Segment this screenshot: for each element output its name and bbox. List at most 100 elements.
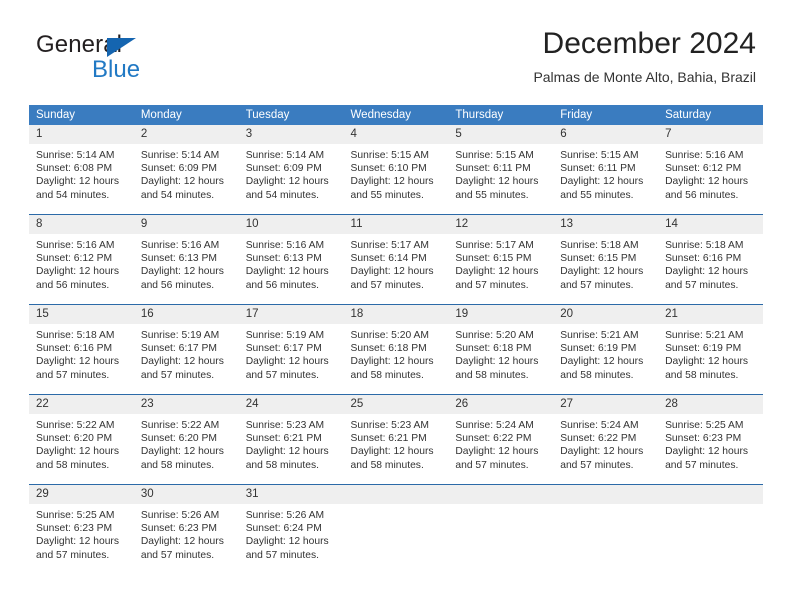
sunset-time: Sunset: 6:15 PM	[455, 253, 532, 265]
weekday-header-saturday: Saturday	[658, 105, 763, 125]
day-cell[interactable]: 12 Sunrise: 5:17 AM Sunset: 6:15 PM Dayl…	[448, 214, 554, 305]
calendar-page: General Blue December 2024 Palmas de Mon…	[0, 0, 792, 612]
day-number: 7	[658, 125, 763, 144]
week-row: 8 Sunrise: 5:16 AM Sunset: 6:12 PM Dayli…	[29, 214, 763, 305]
sunrise-time: Sunrise: 5:26 AM	[245, 510, 325, 521]
day-number: 8	[29, 215, 134, 234]
day-cell[interactable]: 9 Sunrise: 5:16 AM Sunset: 6:13 PM Dayli…	[133, 214, 239, 305]
day-cell[interactable]: 21 Sunrise: 5:21 AM Sunset: 6:19 PM Dayl…	[658, 304, 763, 395]
daylight-line-2: and 58 minutes.	[455, 369, 529, 381]
sunset-time: Sunset: 6:11 PM	[560, 163, 636, 175]
day-cell[interactable]: 22 Sunrise: 5:22 AM Sunset: 6:20 PM Dayl…	[29, 394, 134, 485]
day-cell[interactable]: 8 Sunrise: 5:16 AM Sunset: 6:12 PM Dayli…	[29, 214, 134, 305]
sunset-time: Sunset: 6:12 PM	[36, 253, 113, 265]
day-cell[interactable]: 20 Sunrise: 5:21 AM Sunset: 6:19 PM Dayl…	[553, 304, 659, 395]
sunrise-time: Sunrise: 5:14 AM	[245, 150, 325, 161]
day-number: 3	[238, 125, 344, 144]
daylight-line-2: and 57 minutes.	[350, 279, 424, 291]
day-cell[interactable]: 26 Sunrise: 5:24 AM Sunset: 6:22 PM Dayl…	[448, 394, 554, 485]
sunset-time: Sunset: 6:12 PM	[665, 163, 742, 175]
day-number: 17	[238, 305, 344, 324]
day-details: Sunrise: 5:15 AM Sunset: 6:11 PM Dayligh…	[553, 144, 658, 202]
daylight-line-1: Daylight: 12 hours	[245, 446, 329, 458]
week-row: 29 Sunrise: 5:25 AM Sunset: 6:23 PM Dayl…	[29, 484, 763, 574]
sunset-time: Sunset: 6:13 PM	[245, 253, 322, 265]
daylight-line-2: and 54 minutes.	[36, 189, 110, 201]
day-cell[interactable]: 25 Sunrise: 5:23 AM Sunset: 6:21 PM Dayl…	[343, 394, 449, 485]
sunrise-time: Sunrise: 5:15 AM	[455, 150, 534, 161]
sunrise-sunset-calendar-table: Sunday Monday Tuesday Wednesday Thursday…	[29, 105, 763, 574]
daylight-line-2: and 58 minutes.	[245, 459, 319, 471]
sunrise-time: Sunrise: 5:25 AM	[36, 510, 115, 521]
day-cell[interactable]: 4 Sunrise: 5:15 AM Sunset: 6:10 PM Dayli…	[343, 125, 449, 215]
sunset-time: Sunset: 6:17 PM	[245, 343, 322, 355]
day-cell[interactable]: 15 Sunrise: 5:18 AM Sunset: 6:16 PM Dayl…	[29, 304, 134, 395]
sunset-time: Sunset: 6:09 PM	[245, 163, 322, 175]
day-cell[interactable]: 17 Sunrise: 5:19 AM Sunset: 6:17 PM Dayl…	[238, 304, 344, 395]
sunrise-time: Sunrise: 5:25 AM	[665, 420, 744, 431]
day-cell[interactable]: 14 Sunrise: 5:18 AM Sunset: 6:16 PM Dayl…	[658, 214, 763, 305]
day-number: 9	[133, 215, 239, 234]
sunrise-time: Sunrise: 5:18 AM	[36, 330, 115, 341]
day-details: Sunrise: 5:22 AM Sunset: 6:20 PM Dayligh…	[134, 414, 239, 472]
daylight-line-1: Daylight: 12 hours	[350, 356, 434, 368]
day-cell[interactable]: 6 Sunrise: 5:15 AM Sunset: 6:11 PM Dayli…	[553, 125, 659, 215]
sunrise-time: Sunrise: 5:14 AM	[36, 150, 115, 161]
daylight-line-2: and 57 minutes.	[665, 459, 739, 471]
general-blue-logo[interactable]: General Blue	[36, 31, 206, 87]
daylight-line-2: and 56 minutes.	[140, 279, 215, 291]
day-details: Sunrise: 5:22 AM Sunset: 6:20 PM Dayligh…	[29, 414, 134, 472]
daylight-line-2: and 58 minutes.	[560, 369, 634, 381]
day-number	[448, 485, 554, 504]
page-title: December 2024	[542, 27, 756, 60]
day-cell[interactable]: 5 Sunrise: 5:15 AM Sunset: 6:11 PM Dayli…	[448, 125, 554, 215]
day-cell[interactable]: 13 Sunrise: 5:18 AM Sunset: 6:15 PM Dayl…	[553, 214, 659, 305]
daylight-line-2: and 57 minutes.	[140, 549, 215, 561]
day-cell[interactable]: 18 Sunrise: 5:20 AM Sunset: 6:18 PM Dayl…	[343, 304, 449, 395]
sunset-time: Sunset: 6:21 PM	[245, 433, 322, 445]
daylight-line-2: and 58 minutes.	[350, 369, 424, 381]
sunrise-time: Sunrise: 5:16 AM	[140, 240, 220, 251]
daylight-line-1: Daylight: 12 hours	[36, 266, 119, 278]
day-number: 20	[553, 305, 659, 324]
day-number: 26	[448, 395, 554, 414]
day-cell[interactable]: 1 Sunrise: 5:14 AM Sunset: 6:08 PM Dayli…	[29, 125, 134, 215]
sunset-time: Sunset: 6:15 PM	[560, 253, 637, 265]
day-cell[interactable]: 3 Sunrise: 5:14 AM Sunset: 6:09 PM Dayli…	[238, 125, 344, 215]
weekday-header-monday: Monday	[133, 105, 239, 125]
daylight-line-2: and 58 minutes.	[665, 369, 739, 381]
day-cell[interactable]: 30 Sunrise: 5:26 AM Sunset: 6:23 PM Dayl…	[133, 484, 239, 574]
day-cell[interactable]: 23 Sunrise: 5:22 AM Sunset: 6:20 PM Dayl…	[133, 394, 239, 485]
day-number: 24	[238, 395, 344, 414]
sunset-time: Sunset: 6:10 PM	[350, 163, 427, 175]
day-details: Sunrise: 5:18 AM Sunset: 6:16 PM Dayligh…	[29, 324, 134, 382]
day-cell[interactable]: 31 Sunrise: 5:26 AM Sunset: 6:24 PM Dayl…	[238, 484, 344, 574]
daylight-line-1: Daylight: 12 hours	[36, 446, 119, 458]
sunrise-time: Sunrise: 5:24 AM	[455, 420, 534, 431]
day-cell[interactable]: 11 Sunrise: 5:17 AM Sunset: 6:14 PM Dayl…	[343, 214, 449, 305]
sunset-time: Sunset: 6:13 PM	[140, 253, 217, 265]
day-details: Sunrise: 5:19 AM Sunset: 6:17 PM Dayligh…	[134, 324, 239, 382]
day-cell[interactable]: 29 Sunrise: 5:25 AM Sunset: 6:23 PM Dayl…	[29, 484, 134, 574]
day-number: 31	[238, 485, 344, 504]
sunrise-time: Sunrise: 5:18 AM	[665, 240, 744, 251]
daylight-line-1: Daylight: 12 hours	[350, 176, 434, 188]
day-cell[interactable]: 2 Sunrise: 5:14 AM Sunset: 6:09 PM Dayli…	[133, 125, 239, 215]
day-cell[interactable]: 24 Sunrise: 5:23 AM Sunset: 6:21 PM Dayl…	[238, 394, 344, 485]
day-cell[interactable]: 16 Sunrise: 5:19 AM Sunset: 6:17 PM Dayl…	[133, 304, 239, 395]
daylight-line-1: Daylight: 12 hours	[245, 176, 329, 188]
sunset-time: Sunset: 6:19 PM	[560, 343, 637, 355]
day-cell[interactable]: 10 Sunrise: 5:16 AM Sunset: 6:13 PM Dayl…	[238, 214, 344, 305]
day-cell[interactable]: 27 Sunrise: 5:24 AM Sunset: 6:22 PM Dayl…	[553, 394, 659, 485]
day-number: 25	[343, 395, 449, 414]
daylight-line-2: and 57 minutes.	[665, 279, 739, 291]
day-cell[interactable]: 28 Sunrise: 5:25 AM Sunset: 6:23 PM Dayl…	[658, 394, 763, 485]
day-cell[interactable]: 7 Sunrise: 5:16 AM Sunset: 6:12 PM Dayli…	[658, 125, 763, 215]
weekday-header-sunday: Sunday	[29, 105, 134, 125]
day-number: 5	[448, 125, 554, 144]
daylight-line-2: and 55 minutes.	[455, 189, 529, 201]
daylight-line-1: Daylight: 12 hours	[665, 266, 749, 278]
sunset-time: Sunset: 6:23 PM	[665, 433, 742, 445]
day-details: Sunrise: 5:14 AM Sunset: 6:09 PM Dayligh…	[239, 144, 344, 202]
day-cell[interactable]: 19 Sunrise: 5:20 AM Sunset: 6:18 PM Dayl…	[448, 304, 554, 395]
